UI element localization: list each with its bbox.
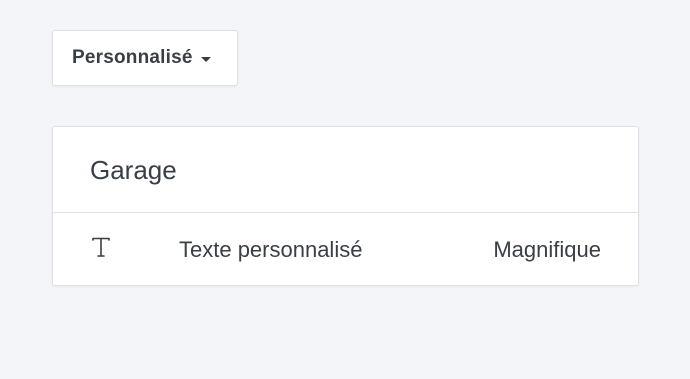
text-type-icon: [92, 237, 110, 257]
card-header: Garage: [53, 127, 638, 213]
garage-card: Garage Texte personnalisé Magnifique: [52, 126, 639, 286]
list-item[interactable]: Texte personnalisé Magnifique: [53, 213, 638, 286]
row-value: Magnifique: [493, 237, 601, 262]
row-label: Texte personnalisé: [179, 237, 363, 262]
dropdown-label: Personnalisé: [72, 47, 193, 68]
caret-down-icon: [200, 56, 211, 62]
personnalise-dropdown-button[interactable]: Personnalisé: [52, 30, 238, 86]
card-title: Garage: [90, 155, 177, 185]
